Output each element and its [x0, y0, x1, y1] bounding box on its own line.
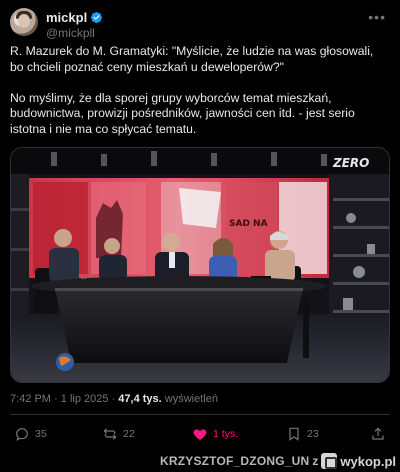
watermark-footer: KRZYSZTOF_DZONG_UN z wykop.pl [0, 450, 400, 472]
action-bar: 35 22 1 tys. 23 [10, 424, 390, 448]
reply-icon [16, 428, 28, 441]
more-options-icon[interactable]: ••• [368, 10, 386, 24]
reply-count: 35 [35, 428, 47, 440]
views-label: wyświetleń [164, 393, 218, 405]
bookmark-button[interactable]: 23 [286, 426, 319, 442]
bookmark-icon [289, 427, 299, 441]
repost-button[interactable]: 22 [102, 426, 135, 442]
repost-count: 22 [123, 428, 135, 440]
like-count: 1 tys. [213, 428, 239, 440]
meta-separator: · [54, 393, 58, 405]
meta-separator: · [111, 393, 116, 405]
watermark-separator: z [312, 454, 319, 468]
repost-icon [103, 428, 117, 440]
avatar[interactable] [10, 8, 38, 36]
display-name[interactable]: mickpl [46, 10, 87, 25]
channel-logo: ZERO [332, 156, 369, 170]
tweet-time[interactable]: 7:42 PM [10, 393, 51, 405]
verified-badge-icon [91, 11, 103, 24]
share-icon [372, 427, 384, 440]
tweet-paragraph-2: No myślimy, że dla sporej grupy wyborców… [10, 90, 355, 136]
views-count: 47,4 tys. [118, 393, 162, 405]
screen-text: SAD NA [229, 219, 268, 229]
tweet-paragraph-1: R. Mazurek do M. Gramatyki: "Myślicie, ż… [10, 44, 374, 74]
tweet-text: R. Mazurek do M. Gramatyki: "Myślicie, ż… [10, 44, 390, 153]
tweet-meta: 7:42 PM · 1 lip 2025 · 47,4 tys. wyświet… [10, 393, 218, 405]
avatar-face [18, 14, 30, 28]
watermark-user: KRZYSZTOF_DZONG_UN [159, 454, 310, 468]
studio-scene: ZERO SAD NA [11, 148, 389, 382]
wykop-logo-icon [321, 453, 338, 469]
heart-icon [193, 429, 207, 440]
like-button[interactable]: 1 tys. [192, 426, 238, 442]
share-button[interactable] [370, 426, 386, 442]
name-row: mickpl [46, 10, 103, 25]
reply-button[interactable]: 35 [14, 426, 47, 442]
divider-top [10, 414, 390, 415]
tweet-header: mickpl @mickpll ••• [10, 8, 390, 40]
tweet-date[interactable]: 1 lip 2025 [61, 393, 109, 405]
tweet-media-image[interactable]: ZERO SAD NA [10, 147, 390, 383]
user-handle[interactable]: @mickpll [46, 26, 95, 40]
bookmark-count: 23 [307, 428, 319, 440]
watermark-site: wykop.pl [340, 453, 396, 469]
watermark: KRZYSZTOF_DZONG_UN z wykop.pl [160, 453, 396, 469]
